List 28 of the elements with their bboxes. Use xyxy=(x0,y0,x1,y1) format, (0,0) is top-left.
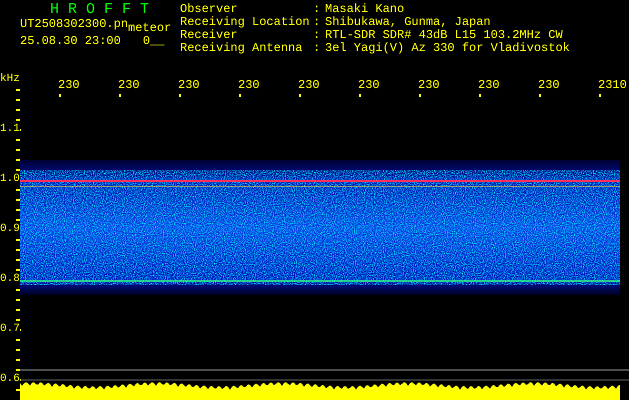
info-value: Masaki Kano xyxy=(325,3,404,16)
time-label: 230 xyxy=(238,79,260,92)
info-value: RTL-SDR SDR# 43dB L15 103.2MHz CW xyxy=(325,29,563,42)
info-label: Receiving Antenna xyxy=(180,42,304,55)
time-label: 230 xyxy=(178,79,200,92)
time-label: 2310 xyxy=(598,79,627,92)
time-label: 230 xyxy=(358,79,380,92)
info-label: Receiver xyxy=(180,29,239,42)
info-label: Observer xyxy=(180,3,239,16)
colon-separator: : xyxy=(313,16,322,29)
count-value: 0__ xyxy=(142,35,164,48)
time-label: 230 xyxy=(418,79,440,92)
info-label: Receiving Location xyxy=(180,16,311,29)
time-label: 230 xyxy=(538,79,560,92)
file-name: UT2508302300.pn xyxy=(20,18,128,31)
colon-separator: : xyxy=(313,29,322,42)
time-label: 230 xyxy=(118,79,140,92)
time-label: 230 xyxy=(478,79,500,92)
time-label: 230 xyxy=(298,79,320,92)
colon-separator: : xyxy=(313,42,322,55)
info-value: 3el Yagi(V) Az 330 for Vladivostok xyxy=(325,42,570,55)
timestamp: 25.08.30 23:00 xyxy=(20,35,121,48)
program-title: H R O F F T xyxy=(49,2,150,18)
axis-unit: kHz xyxy=(0,73,20,85)
info-value: Shibukawa, Gunma, Japan xyxy=(325,16,491,29)
file-type: meteor xyxy=(128,22,172,35)
time-label: 230 xyxy=(58,79,80,92)
colon-separator: : xyxy=(313,3,322,16)
